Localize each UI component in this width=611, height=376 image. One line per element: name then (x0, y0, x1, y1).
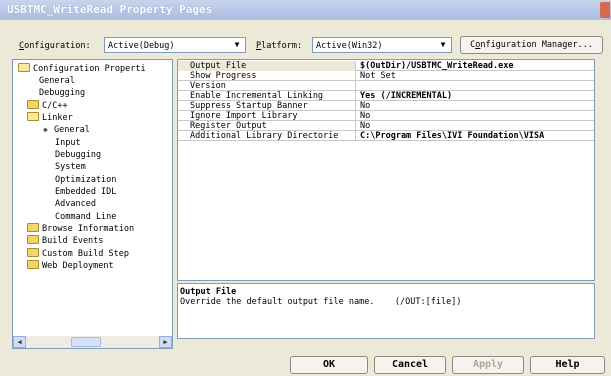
property-name: Register Output (178, 121, 356, 131)
folder-icon (27, 260, 39, 269)
property-name: Additional Library Directorie (178, 131, 356, 141)
tree-item-optimization[interactable]: Optimization (55, 174, 116, 186)
property-row[interactable]: Enable Incremental Linking Yes (/INCREME… (178, 91, 594, 101)
folder-open-icon (27, 112, 39, 121)
configuration-dropdown[interactable]: Active(Debug) ▼ (104, 37, 246, 53)
tree-item-web-deployment[interactable]: Web Deployment (27, 260, 114, 272)
chevron-down-icon[interactable]: ▼ (230, 39, 244, 51)
tree-item-advanced[interactable]: Advanced (55, 198, 96, 210)
property-row[interactable]: Show Progress Not Set (178, 71, 594, 81)
tree-item-embedded-idl[interactable]: Embedded IDL (55, 186, 116, 198)
tree-item-linker-debugging[interactable]: Debugging (55, 149, 101, 161)
folder-icon (27, 223, 39, 232)
folder-icon (27, 248, 39, 257)
platform-label: Platform: (256, 41, 303, 51)
tree-item-general[interactable]: General (39, 75, 75, 87)
close-icon[interactable] (600, 2, 610, 18)
description-text: Override the default output file name. (… (180, 297, 462, 307)
property-value[interactable]: $(OutDir)/USBTMC_WriteRead.exe (360, 61, 594, 71)
property-name: Enable Incremental Linking (178, 91, 356, 101)
property-tree[interactable]: Configuration Properti General Debugging… (12, 59, 173, 349)
diamond-bullet-icon: ◆ (43, 125, 48, 134)
tree-item-debugging[interactable]: Debugging (39, 87, 85, 99)
tree-item-c-cpp[interactable]: C/C++ (27, 100, 68, 112)
platform-dropdown[interactable]: Active(Win32) ▼ (312, 37, 452, 53)
configuration-manager-button[interactable]: Configuration Manager... (460, 36, 603, 54)
tree-item-custom-build-step[interactable]: Custom Build Step (27, 248, 129, 260)
tree-item-system[interactable]: System (55, 161, 86, 173)
property-value[interactable]: C:\Program Files\IVI Foundation\VISA (360, 131, 594, 141)
property-name: Output File (178, 61, 356, 71)
property-value[interactable]: Yes (/INCREMENTAL) (360, 91, 594, 101)
tree-item-configuration-properties[interactable]: Configuration Properti (18, 63, 146, 75)
description-pane: Output File Override the default output … (177, 283, 595, 339)
property-value[interactable] (360, 81, 594, 91)
configuration-toolbar: Configuration: Active(Debug) ▼ Platform:… (0, 36, 611, 55)
property-value[interactable]: No (360, 111, 594, 121)
apply-button[interactable]: Apply (452, 356, 524, 374)
chevron-down-icon[interactable]: ▼ (436, 39, 450, 51)
tree-horizontal-scrollbar[interactable]: ◀ ▶ (13, 336, 172, 348)
ok-button[interactable]: OK (290, 356, 368, 374)
folder-icon (27, 235, 39, 244)
property-grid[interactable]: Output File $(OutDir)/USBTMC_WriteRead.e… (177, 59, 595, 281)
property-name: Show Progress (178, 71, 356, 81)
tree-item-browse-information[interactable]: Browse Information (27, 223, 134, 235)
configuration-value: Active(Debug) (108, 41, 175, 51)
cancel-button[interactable]: Cancel (374, 356, 446, 374)
property-row[interactable]: Output File $(OutDir)/USBTMC_WriteRead.e… (178, 61, 594, 71)
property-row[interactable]: Ignore Import Library No (178, 111, 594, 121)
help-button[interactable]: Help (530, 356, 605, 374)
window-title: USBTMC_WriteRead Property Pages (7, 3, 213, 16)
folder-open-icon (18, 63, 30, 72)
property-row[interactable]: Suppress Startup Banner No (178, 101, 594, 111)
property-value[interactable]: Not Set (360, 71, 594, 81)
property-name: Ignore Import Library (178, 111, 356, 121)
arrow-left-icon[interactable]: ◀ (13, 336, 26, 348)
description-title: Output File (180, 287, 237, 297)
tree-item-input[interactable]: Input (55, 137, 81, 149)
scrollbar-thumb[interactable] (71, 337, 101, 347)
property-name: Version (178, 81, 356, 91)
property-row[interactable]: Version (178, 81, 594, 91)
folder-icon (27, 100, 39, 109)
property-row[interactable]: Register Output No (178, 121, 594, 131)
property-row[interactable]: Additional Library Directorie C:\Program… (178, 131, 594, 141)
configuration-label: Configuration: (19, 41, 91, 51)
arrow-right-icon[interactable]: ▶ (159, 336, 172, 348)
platform-value: Active(Win32) (316, 41, 383, 51)
property-value[interactable]: No (360, 121, 594, 131)
tree-item-linker-general[interactable]: ◆ General (43, 124, 90, 136)
property-value[interactable]: No (360, 101, 594, 111)
title-bar: USBTMC_WriteRead Property Pages (0, 0, 611, 20)
tree-item-linker[interactable]: Linker (27, 112, 73, 124)
property-name: Suppress Startup Banner (178, 101, 356, 111)
tree-item-build-events[interactable]: Build Events (27, 235, 103, 247)
tree-item-command-line[interactable]: Command Line (55, 211, 116, 223)
